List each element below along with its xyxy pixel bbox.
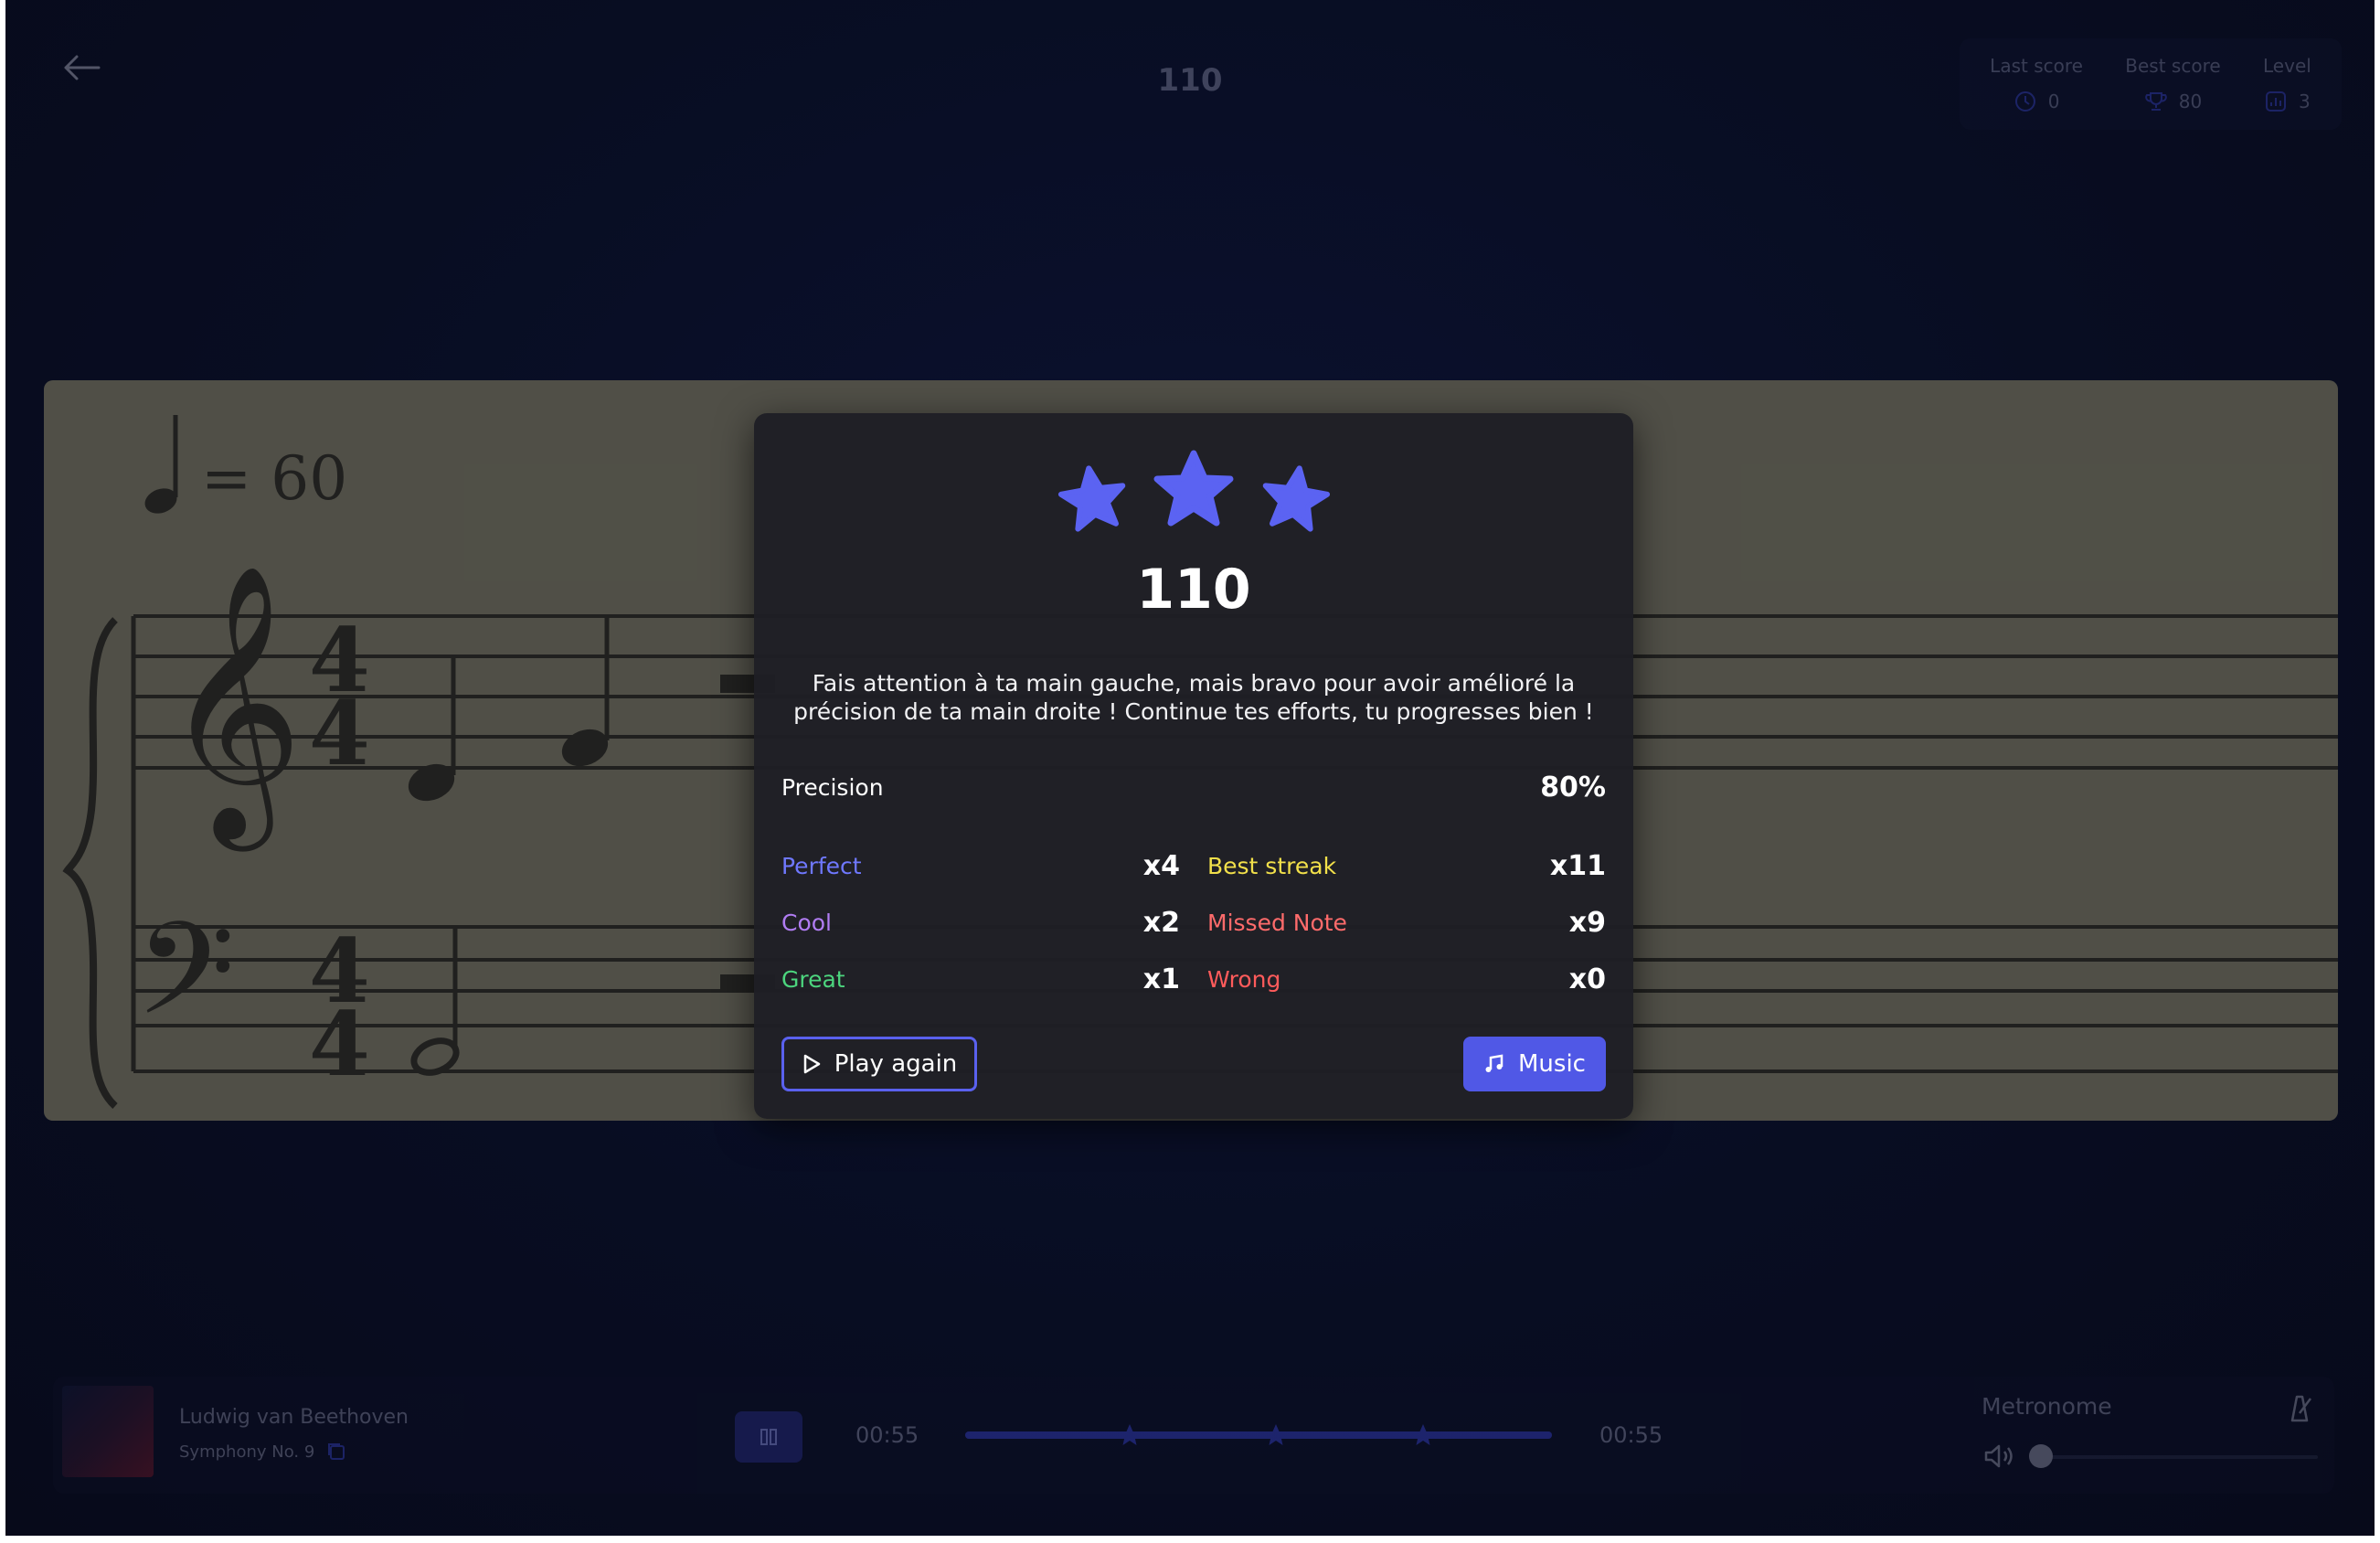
speaker-icon[interactable] [1983, 1442, 2016, 1470]
star-icon [1057, 465, 1126, 532]
play-again-button[interactable]: Play again [781, 1037, 977, 1091]
stat-count: x2 [1142, 907, 1180, 939]
time-elapsed: 00:55 [855, 1422, 919, 1448]
stat-value: 3 [2299, 90, 2311, 112]
trophy-icon [2144, 92, 2167, 111]
star-icon [1262, 465, 1331, 532]
stat-count: x9 [1568, 907, 1606, 939]
stat-label: Perfect [781, 853, 862, 879]
piece-title: Symphony No. 9 [179, 1442, 315, 1462]
stat-missed-note: Missed Note x9 [1207, 907, 1606, 939]
stat-count: x11 [1549, 850, 1606, 882]
stat-value-row: 80 [2144, 90, 2202, 113]
precision-value: 80% [1540, 772, 1606, 803]
stat-label: Cool [781, 910, 832, 936]
time-total: 00:55 [1599, 1422, 1663, 1448]
stat-level: Level 3 [2263, 55, 2311, 113]
pause-button[interactable] [735, 1411, 802, 1463]
stat-label: Best score [2125, 55, 2221, 77]
star-rating [1057, 450, 1331, 532]
music-label: Music [1518, 1050, 1586, 1078]
progress-fill [965, 1431, 1552, 1439]
level-icon [2266, 91, 2287, 112]
progress-star-icon [1411, 1424, 1434, 1445]
stat-value-row: 3 [2264, 90, 2311, 113]
stat-perfect: Perfect x4 [781, 850, 1180, 882]
composer-name: Ludwig van Beethoven [179, 1406, 409, 1429]
copy-icon[interactable] [325, 1441, 347, 1463]
stat-label: Best streak [1207, 853, 1337, 879]
stat-label: Level [2263, 55, 2311, 77]
app-window: 110 Last score 0 Best score 80 Level 3 =… [5, 0, 2375, 1536]
feedback-message: Fais attention à ta main gauche, mais br… [793, 670, 1594, 725]
stat-label: Wrong [1207, 966, 1281, 993]
clock-icon [2014, 91, 2035, 112]
stat-wrong: Wrong x0 [1207, 963, 1606, 995]
stat-count: x1 [1142, 963, 1180, 995]
stats-panel: Last score 0 Best score 80 Level 3 [1960, 38, 2342, 130]
stat-count: x4 [1142, 850, 1180, 882]
metronome-volume-slider[interactable] [2038, 1455, 2318, 1459]
stat-last-score: Last score 0 [1990, 55, 2083, 113]
progress-star-icon [1118, 1424, 1141, 1445]
stat-label: Last score [1990, 55, 2083, 77]
music-note-icon [1485, 1054, 1503, 1072]
metronome-volume-knob[interactable] [2029, 1444, 2053, 1468]
play-again-label: Play again [834, 1050, 958, 1078]
player-bar: Ludwig van Beethoven Symphony No. 9 00:5… [53, 1377, 2334, 1494]
star-icon [1153, 450, 1234, 527]
precision-label: Precision [781, 774, 884, 801]
stat-label: Missed Note [1207, 910, 1347, 936]
metronome-icon[interactable] [2283, 1391, 2316, 1424]
progress-bar[interactable] [965, 1424, 1552, 1445]
stat-count: x0 [1568, 963, 1606, 995]
results-modal: 110 Fais attention à ta main gauche, mai… [754, 413, 1633, 1119]
pause-icon [760, 1429, 777, 1445]
stat-value-row: 0 [2013, 90, 2060, 113]
result-score: 110 [1136, 558, 1251, 622]
metronome-label: Metronome [1982, 1393, 2112, 1420]
album-art [62, 1386, 154, 1477]
play-icon [803, 1054, 820, 1074]
music-button[interactable]: Music [1463, 1037, 1606, 1091]
stat-label: Great [781, 966, 845, 993]
stat-cool: Cool x2 [781, 907, 1180, 939]
stat-value: 0 [2047, 90, 2060, 112]
stat-value: 80 [2178, 90, 2203, 112]
progress-star-icon [1265, 1424, 1288, 1445]
stat-great: Great x1 [781, 963, 1180, 995]
piece-title-row: Symphony No. 9 [179, 1441, 347, 1463]
stat-best-score: Best score 80 [2125, 55, 2220, 113]
precision-row: Precision 80% [781, 772, 1606, 803]
stat-best-streak: Best streak x11 [1207, 850, 1606, 882]
